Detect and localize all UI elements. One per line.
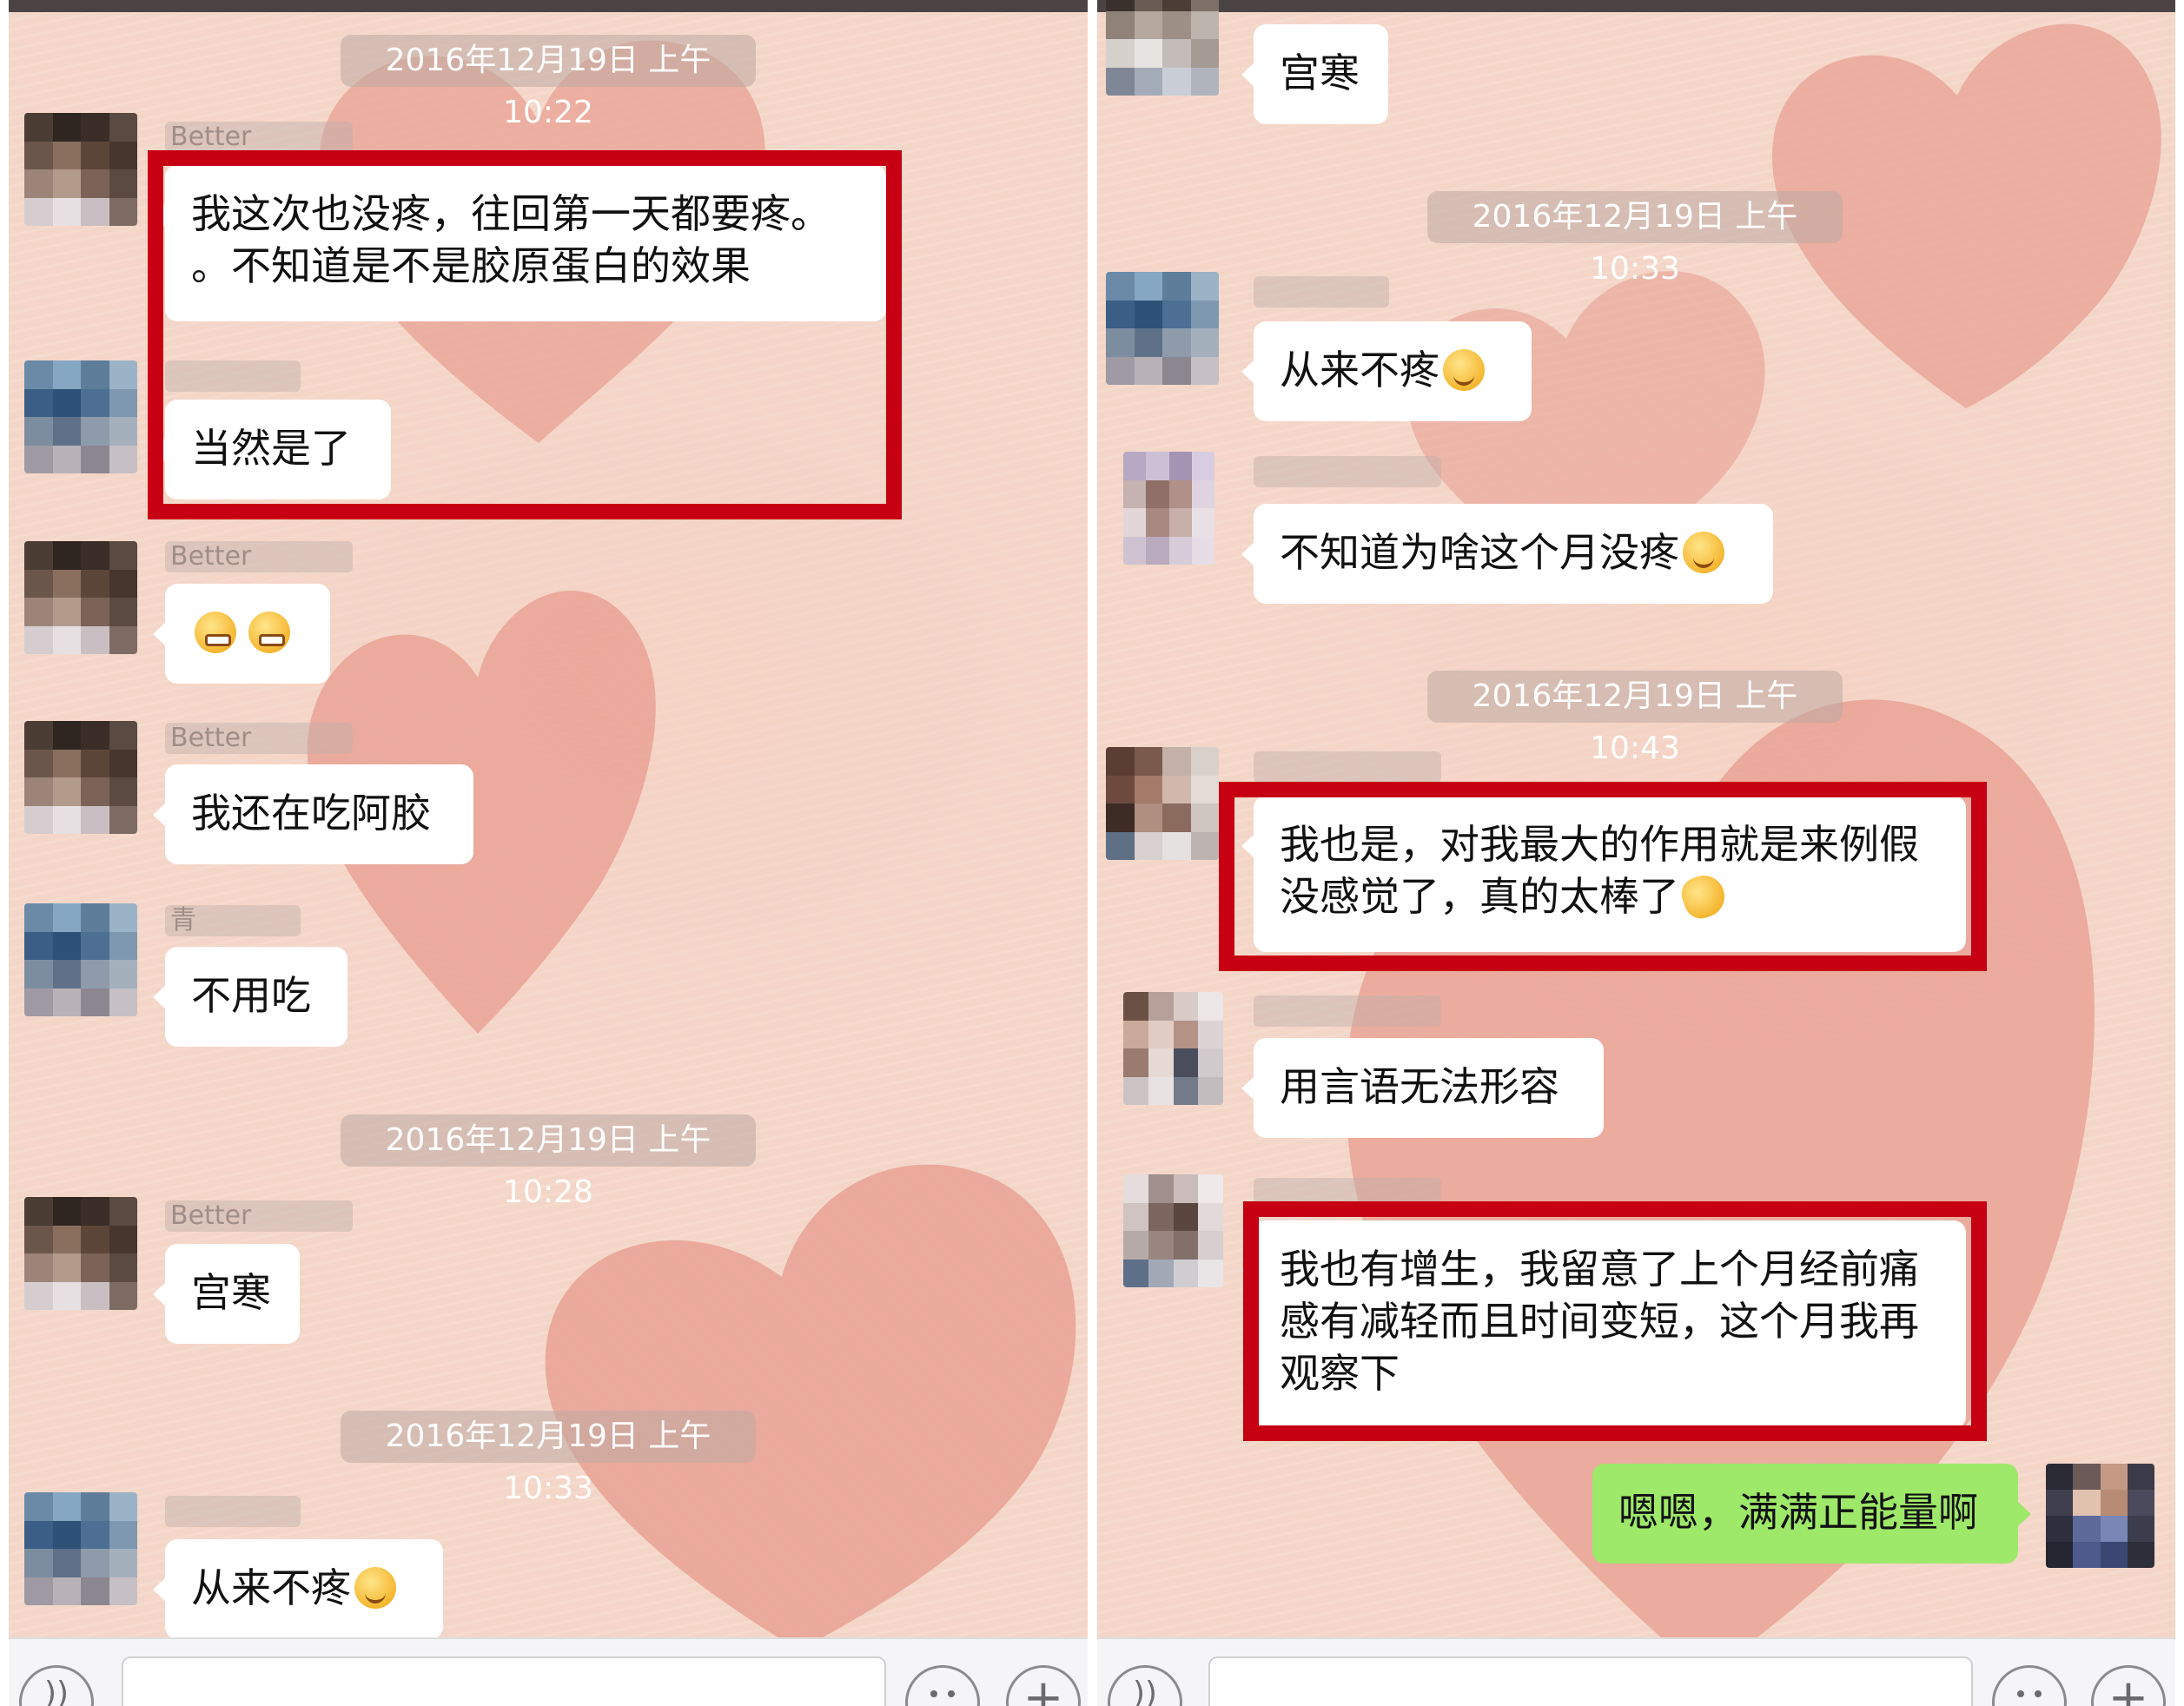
- sender-nickname: [1254, 456, 1441, 487]
- avatar[interactable]: [24, 721, 137, 834]
- sender-nickname: [1254, 276, 1389, 307]
- plus-icon[interactable]: +: [1006, 1665, 1081, 1706]
- clapping-emoji-icon: [1677, 870, 1731, 923]
- message-text: 我这次也没疼，往回第一天都要疼。 。不知道是不是胶原蛋白的效果: [191, 190, 831, 289]
- grinning-emoji-icon: [248, 612, 290, 653]
- input-bar: )) +: [1097, 1637, 2175, 1706]
- sender-nickname: [1254, 751, 1441, 783]
- message-bubble[interactable]: [153, 584, 330, 684]
- sender-nickname: Better: [165, 122, 353, 153]
- avatar[interactable]: [24, 541, 137, 654]
- plus-icon[interactable]: +: [2091, 1665, 2166, 1706]
- message-text: 宫寒: [191, 1269, 271, 1316]
- timestamp: 2016年12月19日 上午10:33: [1427, 191, 1843, 287]
- own-avatar[interactable]: [2046, 1464, 2154, 1568]
- avatar[interactable]: [24, 113, 137, 226]
- avatar[interactable]: [24, 903, 137, 1016]
- message-text: 嗯嗯，满满正能量啊: [1618, 1489, 1978, 1536]
- message-text: 不用吃: [191, 972, 311, 1019]
- message-bubble[interactable]: 当然是了: [153, 400, 391, 499]
- message-text: 从来不疼: [1280, 347, 1439, 393]
- message-text: 我也是，对我最大的作用就是来例假 没感觉了，真的太棒了: [1280, 821, 1919, 920]
- message-bubble[interactable]: 用言语无法形容: [1241, 1038, 1604, 1138]
- message-text: 我也有增生，我留意了上个月经前痛 感有减轻而且时间变短，这个月我再 观察下: [1280, 1246, 1919, 1397]
- grinning-emoji-icon: [195, 612, 236, 653]
- avatar[interactable]: [24, 360, 137, 473]
- avatar[interactable]: [1106, 272, 1219, 385]
- timestamp: 2016年12月19日 上午10:22: [341, 35, 756, 130]
- message-bubble[interactable]: 宫寒: [153, 1244, 300, 1344]
- message-bubble[interactable]: 宫寒: [1241, 24, 1388, 124]
- voice-icon[interactable]: )): [19, 1665, 94, 1706]
- flushed-emoji-icon: [354, 1567, 396, 1609]
- message-text: 我还在吃阿胶: [191, 790, 431, 836]
- flushed-emoji-icon: [1443, 349, 1485, 391]
- status-bar: [9, 0, 1088, 12]
- avatar[interactable]: [1123, 1174, 1223, 1287]
- avatar[interactable]: [1106, 0, 1219, 96]
- message-text: 用言语无法形容: [1280, 1063, 1559, 1110]
- message-bubble[interactable]: 我还在吃阿胶: [153, 764, 473, 864]
- chat-panel-right[interactable]: 宫寒 2016年12月19日 上午10:33 从来不疼 不知道为啥这个月没疼 2…: [1097, 0, 2175, 1706]
- status-bar: [1097, 0, 2175, 12]
- sender-nickname: Better: [165, 541, 353, 572]
- message-text: 不知道为啥这个月没疼: [1280, 529, 1679, 576]
- sender-nickname: [165, 1496, 301, 1527]
- avatar[interactable]: [1123, 452, 1214, 565]
- message-bubble[interactable]: 从来不疼: [153, 1539, 443, 1639]
- message-bubble[interactable]: 不用吃: [153, 947, 347, 1047]
- sender-nickname: [165, 360, 301, 392]
- message-bubble[interactable]: 我也是，对我最大的作用就是来例假 没感觉了，真的太棒了: [1241, 796, 1966, 952]
- sender-nickname: Better: [165, 1200, 353, 1232]
- avatar[interactable]: [1106, 747, 1219, 860]
- avatar[interactable]: [1123, 992, 1223, 1105]
- sender-nickname: [1254, 995, 1441, 1027]
- message-text: 当然是了: [191, 425, 351, 472]
- timestamp: 2016年12月19日 上午10:28: [341, 1114, 756, 1210]
- own-message-bubble[interactable]: 嗯嗯，满满正能量啊: [1592, 1464, 2031, 1564]
- message-bubble[interactable]: 我这次也没疼，往回第一天都要疼。 。不知道是不是胶原蛋白的效果: [153, 165, 886, 321]
- message-text: 宫寒: [1280, 50, 1360, 96]
- message-bubble[interactable]: 我也有增生，我留意了上个月经前痛 感有减轻而且时间变短，这个月我再 观察下: [1241, 1220, 1966, 1429]
- thinking-emoji-icon: [1683, 532, 1724, 573]
- sender-nickname: [1254, 1178, 1441, 1209]
- timestamp: 2016年12月19日 上午10:43: [1427, 671, 1843, 766]
- message-input[interactable]: [122, 1656, 886, 1706]
- smiley-icon[interactable]: [905, 1665, 980, 1706]
- sender-nickname: Better: [165, 723, 353, 754]
- message-bubble[interactable]: 从来不疼: [1241, 321, 1532, 421]
- timestamp: 2016年12月19日 上午10:33: [341, 1411, 756, 1506]
- chat-panel-left[interactable]: 2016年12月19日 上午10:22 Better 我这次也没疼，往回第一天都…: [9, 0, 1088, 1706]
- message-input[interactable]: [1208, 1656, 1973, 1706]
- voice-icon[interactable]: )): [1108, 1665, 1182, 1706]
- avatar[interactable]: [24, 1492, 137, 1605]
- message-bubble[interactable]: 不知道为啥这个月没疼: [1241, 504, 1773, 604]
- input-bar: )) +: [9, 1637, 1088, 1706]
- smiley-icon[interactable]: [1992, 1665, 2067, 1706]
- message-text: 从来不疼: [191, 1564, 351, 1611]
- avatar[interactable]: [24, 1197, 137, 1310]
- sender-nickname: 青: [165, 905, 301, 936]
